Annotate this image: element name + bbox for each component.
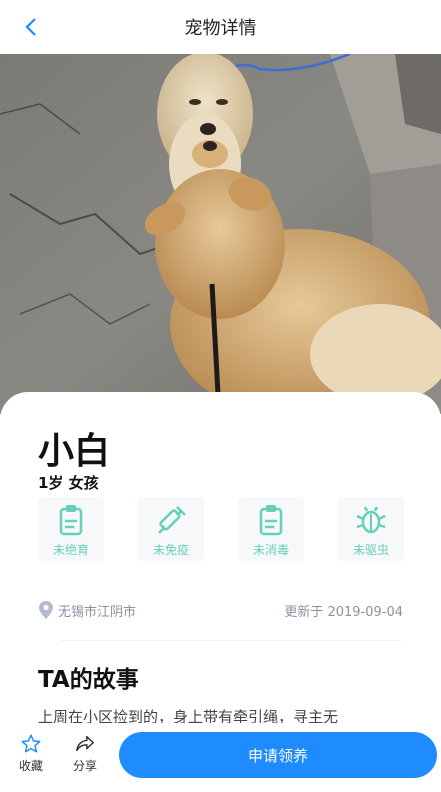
- share-label: 分享: [72, 758, 97, 773]
- favorite-label: 收藏: [18, 758, 43, 773]
- pet-name: 小白: [38, 431, 111, 472]
- status-neutered: 未绝育: [38, 497, 104, 561]
- location-pin-icon: [39, 601, 53, 619]
- story-title: TA的故事: [38, 667, 139, 693]
- share-icon: [76, 735, 94, 751]
- status-label: 未免疫: [152, 543, 189, 557]
- bottom-action-bar: 收藏 分享 申请领养: [0, 723, 441, 783]
- status-dewormed: 未驱虫: [338, 497, 404, 561]
- status-label: 未驱虫: [352, 543, 389, 557]
- back-button[interactable]: [16, 12, 46, 42]
- status-label: 未消毒: [252, 543, 289, 557]
- syringe-icon: [158, 506, 186, 534]
- nav-bar: 宠物详情: [0, 0, 441, 54]
- status-list: 未绝育 未免疫 未消毒 未驱虫: [38, 497, 404, 561]
- pet-photo: [0, 54, 441, 414]
- pet-age-gender: 1岁 女孩: [38, 474, 99, 492]
- star-icon: [21, 734, 41, 753]
- status-label: 未绝育: [52, 543, 89, 557]
- apply-adoption-button[interactable]: 申请领养: [119, 732, 437, 778]
- chevron-left-icon: [25, 18, 36, 36]
- clipboard-icon: [259, 505, 283, 536]
- status-disinfected: 未消毒: [238, 497, 304, 561]
- status-vaccinated: 未免疫: [138, 497, 204, 561]
- clipboard-icon: [59, 505, 83, 536]
- bug-icon: [356, 506, 386, 534]
- page-title: 宠物详情: [184, 18, 257, 39]
- favorite-button[interactable]: 收藏: [4, 733, 58, 774]
- location-text: 无锡市江阴市: [58, 604, 137, 620]
- share-button[interactable]: 分享: [58, 733, 112, 774]
- pet-location: 无锡市江阴市: [38, 600, 136, 620]
- updated-date: 更新于 2019-09-04: [284, 605, 403, 620]
- divider: [60, 640, 401, 641]
